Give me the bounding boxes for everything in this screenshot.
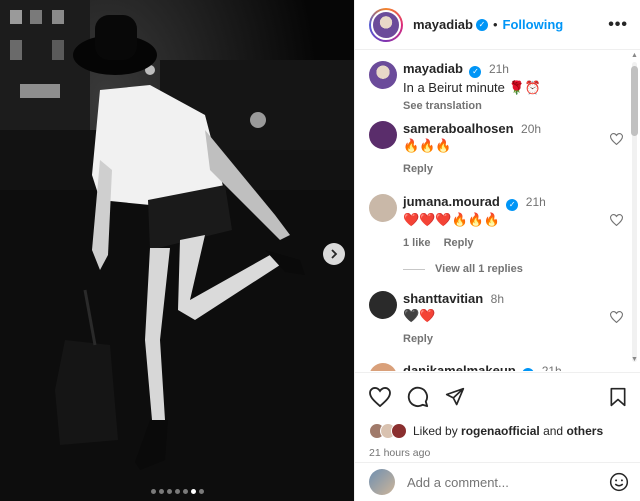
reply-button[interactable]: Reply (403, 333, 433, 345)
verified-badge-icon: ✓ (522, 368, 535, 371)
commenter-avatar[interactable] (369, 363, 397, 371)
comment-meta: 1 like Reply (403, 235, 625, 251)
add-comment-input[interactable] (407, 474, 609, 490)
post-photo[interactable] (0, 0, 354, 501)
post-timestamp[interactable]: 21 hours ago (369, 447, 627, 459)
heart-icon[interactable] (369, 387, 391, 407)
carousel-dot[interactable] (182, 489, 188, 494)
verified-badge-icon: ✓ (469, 66, 482, 78)
post-side-panel: mayadiab ✓ • Following ••• mayadiab ✓ 21… (354, 0, 640, 501)
comment-time[interactable]: 21h (542, 364, 562, 371)
likes-summary: Liked by rogenaofficial and others (369, 423, 627, 439)
comment-meta: Reply (403, 161, 625, 177)
comment-time[interactable]: 21h (526, 195, 546, 209)
commenter-username[interactable]: shanttavitian (403, 291, 483, 306)
caption-text-row: In a Beirut minute 🌹⏰ (403, 80, 625, 97)
caption-emojis: 🌹⏰ (508, 81, 541, 96)
caption-time[interactable]: 21h (489, 62, 509, 76)
author-username[interactable]: mayadiab (413, 17, 473, 32)
chevron-right-icon (331, 249, 338, 259)
carousel-dot[interactable] (158, 489, 164, 494)
comment-item: jumana.mourad ✓ 21h ❤️❤️❤️🔥🔥🔥 1 like Rep… (369, 194, 625, 251)
liked-by-prefix: Liked by (413, 424, 458, 438)
comment-likes-count[interactable]: 1 like (403, 237, 431, 249)
likes-others-link[interactable]: others (566, 424, 603, 438)
instagram-post-modal: mayadiab ✓ • Following ••• mayadiab ✓ 21… (0, 0, 640, 501)
header-separator: • (492, 17, 498, 32)
comment-text: 🖤❤️ (403, 309, 436, 324)
commenter-username[interactable]: danikamelmakeup (403, 363, 516, 371)
verified-badge-icon: ✓ (506, 199, 519, 211)
following-button[interactable]: Following (503, 17, 564, 32)
commenter-avatar[interactable] (369, 121, 397, 149)
bookmark-icon[interactable] (609, 387, 627, 407)
like-comment-heart-icon[interactable] (610, 133, 623, 145)
action-icons-row (369, 385, 627, 409)
like-comment-heart-icon[interactable] (610, 214, 623, 226)
caption: mayadiab ✓ 21h In a Beirut minute 🌹⏰ See… (369, 61, 625, 114)
next-photo-button[interactable] (323, 243, 345, 265)
author-avatar[interactable] (369, 7, 403, 42)
more-horizontal-icon[interactable]: ••• (608, 16, 628, 34)
comment-item: sameraboalhosen 20h 🔥🔥🔥 Reply (369, 121, 625, 177)
commenter-username[interactable]: sameraboalhosen (403, 121, 514, 136)
like-comment-heart-icon[interactable] (610, 311, 623, 323)
comment-meta: Reply (403, 331, 625, 347)
commenter-avatar[interactable] (369, 194, 397, 222)
likes-and: and (543, 424, 564, 438)
comment-time[interactable]: 20h (521, 122, 541, 136)
reply-button[interactable]: Reply (403, 163, 433, 175)
comment-time[interactable]: 8h (491, 292, 504, 306)
carousel-dot[interactable] (174, 489, 180, 494)
liker-username[interactable]: rogenaofficial (461, 424, 540, 438)
caption-text: In a Beirut minute (403, 80, 505, 95)
smiley-icon[interactable] (609, 472, 629, 492)
comments-list: mayadiab ✓ 21h In a Beirut minute 🌹⏰ See… (355, 51, 631, 371)
replies-divider (403, 268, 425, 270)
comments-scrollbar[interactable]: ▲ ▼ (630, 52, 638, 368)
view-replies-button[interactable]: View all 1 replies (403, 263, 523, 275)
reply-button[interactable]: Reply (444, 237, 474, 249)
liker-avatars[interactable] (369, 423, 407, 439)
photo-scene (0, 0, 354, 501)
comment-icon[interactable] (407, 386, 429, 408)
scrollbar-thumb[interactable] (631, 66, 638, 136)
commenter-username[interactable]: jumana.mourad (403, 194, 500, 209)
view-replies-label: View all 1 replies (435, 263, 523, 275)
see-translation-link[interactable]: See translation (403, 98, 625, 114)
comment-item: shanttavitian 8h 🖤❤️ Reply (369, 291, 625, 347)
post-actions: Liked by rogenaofficial and others 21 ho… (355, 372, 640, 462)
carousel-dot[interactable] (166, 489, 172, 494)
comment-item: danikamelmakeup ✓ 21h (369, 363, 625, 371)
caption-username[interactable]: mayadiab (403, 61, 463, 76)
liker-avatar (391, 423, 407, 439)
verified-badge-icon: ✓ (475, 18, 488, 31)
scroll-down-arrow-icon[interactable]: ▼ (631, 356, 638, 363)
carousel-dot[interactable] (150, 489, 156, 494)
carousel-indicator (0, 489, 354, 494)
carousel-dot[interactable] (190, 489, 196, 494)
send-icon[interactable] (445, 387, 465, 407)
scroll-up-arrow-icon[interactable]: ▲ (631, 52, 638, 59)
post-header: mayadiab ✓ • Following ••• (355, 0, 640, 50)
current-user-avatar (369, 469, 395, 495)
carousel-dot[interactable] (198, 489, 204, 494)
caption-avatar[interactable] (369, 61, 397, 89)
add-comment-bar (355, 462, 640, 501)
commenter-avatar[interactable] (369, 291, 397, 319)
comment-text: 🔥🔥🔥 (403, 139, 452, 154)
comment-text: ❤️❤️❤️🔥🔥🔥 (403, 213, 501, 228)
